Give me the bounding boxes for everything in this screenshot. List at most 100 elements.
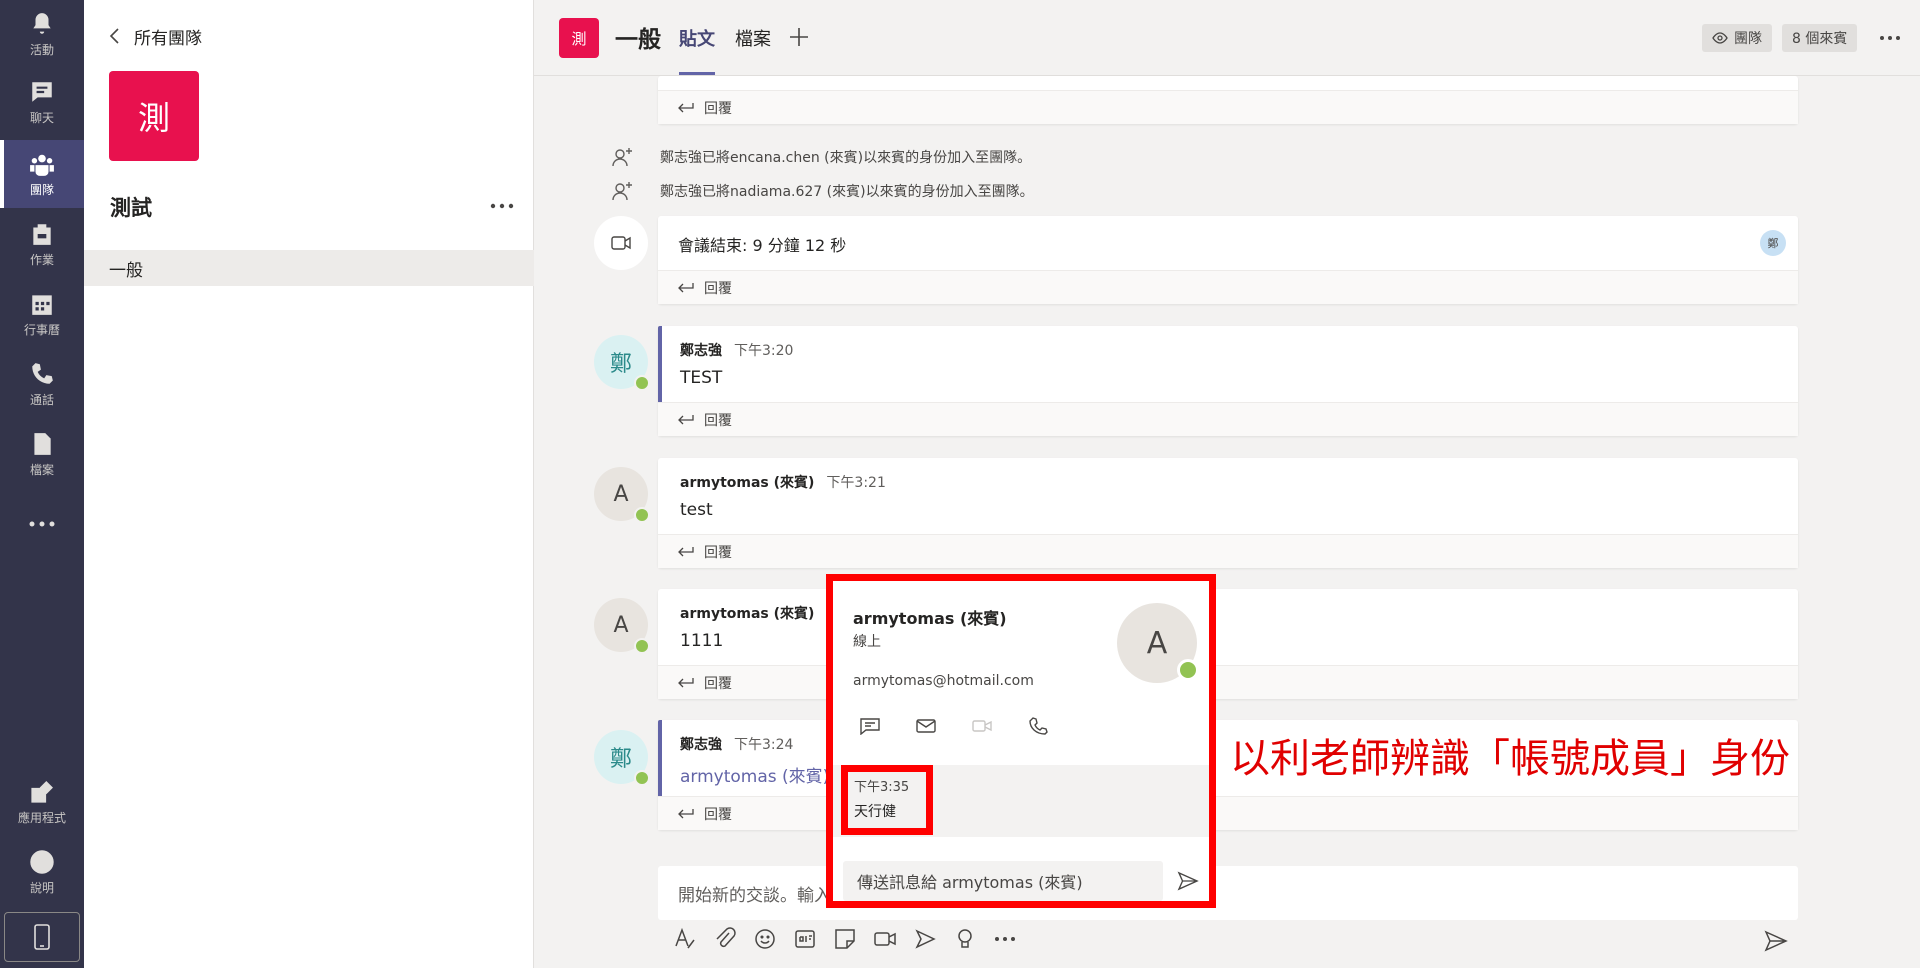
reply-arrow-icon bbox=[678, 546, 694, 556]
message-time: 下午3:24 bbox=[734, 737, 794, 753]
profile-card-popup: armytomas (來賓) 線上 armytomas@hotmail.com … bbox=[826, 574, 1216, 908]
recent-time: 下午3:35 bbox=[854, 780, 910, 795]
meeting-card: 會議結束: 9 分鐘 12 秒 鄭 回覆 bbox=[658, 216, 1798, 304]
gif-icon[interactable] bbox=[792, 926, 818, 952]
meeting-ended-text: 會議結束: 9 分鐘 12 秒 bbox=[678, 236, 847, 255]
stream-icon[interactable] bbox=[912, 926, 938, 952]
avatar[interactable]: A bbox=[594, 598, 650, 654]
avatar-initial: A bbox=[613, 481, 629, 507]
rail-item-chat[interactable]: 聊天 bbox=[0, 68, 84, 136]
guests-label: 8 個來賓 bbox=[1792, 31, 1848, 47]
meeting-icon-avatar bbox=[594, 216, 648, 270]
message-content: armytomas (來賓) 下午3:21 test bbox=[680, 472, 886, 520]
praise-icon[interactable] bbox=[952, 926, 978, 952]
back-label: 所有團隊 bbox=[134, 28, 202, 49]
message-sender[interactable]: armytomas (來賓) bbox=[680, 606, 814, 622]
message-card: 鄭志強 下午3:20 TEST 回覆 bbox=[658, 326, 1798, 436]
send-icon[interactable] bbox=[1764, 930, 1788, 952]
avatar-initial: A bbox=[613, 612, 629, 638]
message-card: armytomas (來賓) 下午3:21 test 回覆 bbox=[658, 458, 1798, 568]
rail-item-calendar[interactable]: 行事曆 bbox=[0, 280, 84, 348]
avatar[interactable]: A bbox=[594, 467, 650, 523]
rail-label: 團隊 bbox=[29, 182, 54, 197]
chat-icon bbox=[32, 81, 52, 102]
message-content: 鄭志強下午3:24 armytomas (來賓)1 bbox=[680, 734, 840, 787]
team-more-options-icon[interactable] bbox=[488, 194, 516, 218]
reply-button[interactable]: 回覆 bbox=[658, 402, 1798, 436]
mention-link[interactable]: armytomas (來賓) bbox=[680, 767, 829, 787]
attach-icon[interactable] bbox=[712, 926, 738, 952]
video-call-icon[interactable] bbox=[971, 717, 993, 735]
team-panel: 所有團隊 測 測試 一般 bbox=[84, 0, 534, 968]
compose-toolbar bbox=[672, 926, 1018, 956]
format-icon[interactable] bbox=[672, 926, 698, 952]
guests-button[interactable]: 8 個來賓 bbox=[1782, 24, 1858, 52]
rail-label: 活動 bbox=[29, 42, 54, 57]
reply-arrow-icon bbox=[678, 808, 694, 818]
header-more-icon[interactable] bbox=[1878, 28, 1902, 48]
bell-icon bbox=[33, 12, 51, 34]
more-options-icon[interactable] bbox=[992, 926, 1018, 952]
calendar-icon bbox=[32, 294, 52, 315]
chat-icon[interactable] bbox=[859, 717, 881, 735]
rail-more-button[interactable] bbox=[0, 498, 84, 550]
reply-label: 回覆 bbox=[704, 544, 732, 561]
rail-item-calls[interactable]: 通話 bbox=[0, 350, 84, 418]
reply-button[interactable]: 回覆 bbox=[658, 270, 1798, 304]
reply-button[interactable]: 回覆 bbox=[658, 534, 1798, 568]
rail-item-assignments[interactable]: 作業 bbox=[0, 210, 84, 278]
assignments-icon bbox=[33, 223, 51, 245]
profile-email[interactable]: armytomas@hotmail.com bbox=[853, 673, 1034, 689]
recent-text: 天行健 bbox=[854, 804, 896, 820]
rail-label: 通話 bbox=[29, 392, 54, 407]
channel-title: 一般 bbox=[615, 27, 661, 53]
tab-files[interactable]: 檔案 bbox=[735, 25, 771, 75]
system-message: 鄭志強已將encana.chen (來賓)以來賓的身份加入至團隊。 bbox=[660, 150, 1032, 166]
tab-posts[interactable]: 貼文 bbox=[679, 25, 715, 75]
message-content: armytomas (來賓)下 1111 bbox=[680, 603, 840, 651]
message-body: 1111 bbox=[680, 631, 724, 651]
message-sender[interactable]: 鄭志強 bbox=[680, 343, 722, 359]
popup-message-input[interactable]: 傳送訊息給 armytomas (來賓) bbox=[843, 861, 1163, 901]
file-icon bbox=[34, 432, 51, 455]
send-icon[interactable] bbox=[1177, 871, 1199, 891]
reply-button[interactable]: 回覆 bbox=[658, 90, 1798, 124]
team-avatar: 測 bbox=[109, 71, 199, 161]
message-time: 下午3:20 bbox=[734, 343, 794, 359]
popup-input-placeholder: 傳送訊息給 armytomas (來賓) bbox=[857, 873, 1083, 892]
compose-placeholder: 開始新的交談。輸入 bbox=[678, 885, 831, 906]
back-to-all-teams[interactable]: 所有團隊 bbox=[108, 22, 202, 50]
phone-icon[interactable] bbox=[1027, 717, 1049, 735]
avatar-initial: 鄭 bbox=[609, 747, 632, 772]
presence-available-icon bbox=[634, 638, 650, 654]
system-message: 鄭志強已將nadiama.627 (來賓)以來賓的身份加入至團隊。 bbox=[660, 184, 1034, 200]
rail-item-teams[interactable]: 團隊 bbox=[0, 140, 84, 208]
presence-available-icon bbox=[634, 770, 650, 786]
meet-now-icon[interactable] bbox=[872, 926, 898, 952]
avatar[interactable]: 鄭 bbox=[594, 335, 650, 391]
message-sender[interactable]: 鄭志強 bbox=[680, 737, 722, 753]
reply-arrow-icon bbox=[678, 282, 694, 292]
team-view-button[interactable]: 團隊 bbox=[1702, 24, 1772, 52]
participant-avatar[interactable]: 鄭 bbox=[1760, 230, 1786, 256]
mail-icon[interactable] bbox=[915, 717, 937, 735]
phone-icon bbox=[32, 362, 53, 384]
channel-item-general[interactable]: 一般 bbox=[84, 250, 534, 286]
apps-icon bbox=[31, 780, 53, 803]
add-tab-icon[interactable] bbox=[788, 26, 810, 48]
sticker-icon[interactable] bbox=[832, 926, 858, 952]
rail-item-apps[interactable]: 應用程式 bbox=[0, 768, 84, 836]
add-person-icon bbox=[612, 148, 632, 167]
mobile-device-button[interactable] bbox=[4, 912, 80, 962]
message-body: TEST bbox=[680, 368, 723, 388]
emoji-icon[interactable] bbox=[752, 926, 778, 952]
recent-conversation[interactable]: 下午3:35 天行健 bbox=[833, 765, 1209, 837]
reply-arrow-icon bbox=[678, 102, 694, 112]
rail-item-activity[interactable]: 活動 bbox=[0, 0, 84, 68]
eye-icon bbox=[1712, 32, 1728, 44]
avatar[interactable]: 鄭 bbox=[594, 730, 650, 786]
rail-item-files[interactable]: 檔案 bbox=[0, 420, 84, 488]
message-sender[interactable]: armytomas (來賓) bbox=[680, 475, 814, 491]
rail-item-help[interactable]: 說明 bbox=[0, 838, 84, 906]
profile-actions bbox=[859, 717, 1049, 735]
